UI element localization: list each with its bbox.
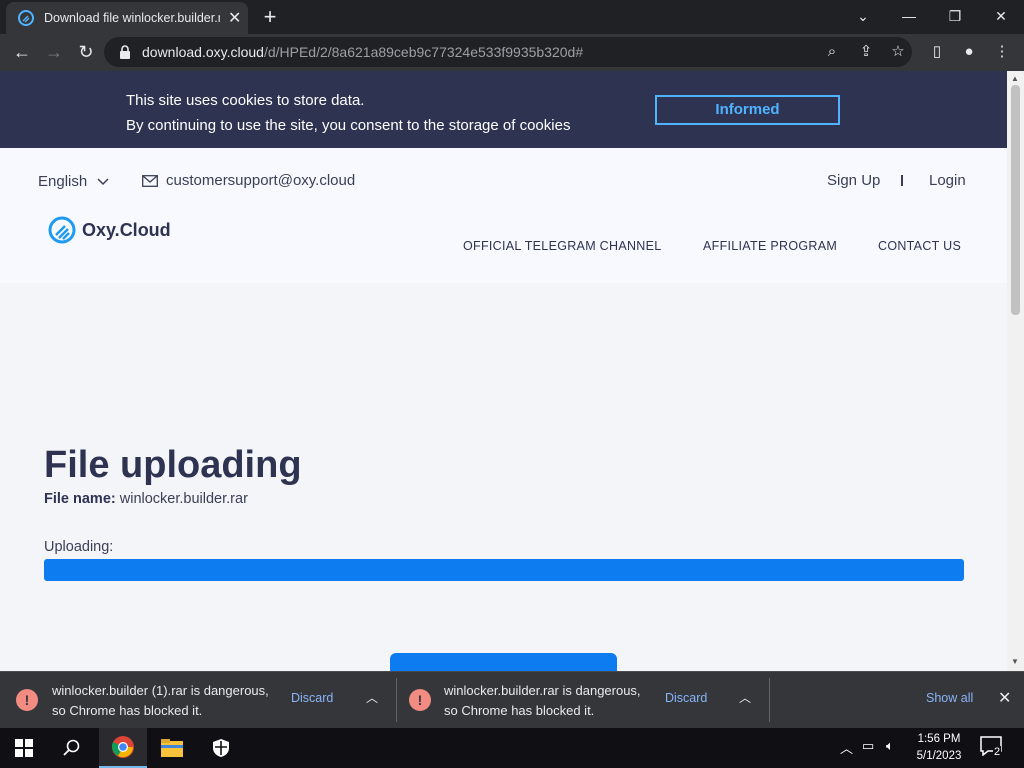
windows-start-icon[interactable] — [0, 728, 48, 768]
download-shelf: ! winlocker.builder (1).rar is dangerous… — [0, 671, 1024, 728]
chevron-up-icon[interactable]: ︿ — [366, 689, 378, 706]
page-title: File uploading — [44, 444, 302, 486]
nav-telegram-channel[interactable]: OFFICIAL TELEGRAM CHANNEL — [463, 239, 662, 253]
url-path: /d/HPEd/2/8a621a89ceb9c77324e533f9935b32… — [263, 44, 584, 60]
warning-icon: ! — [16, 689, 38, 711]
share-icon[interactable]: ⇪ — [854, 40, 878, 64]
page-viewport: This site uses cookies to store data. By… — [0, 71, 1024, 671]
network-icon[interactable]: ▭ — [862, 738, 874, 754]
clock-time: 1:56 PM — [917, 733, 961, 745]
file-name-label: File name: — [44, 491, 116, 507]
download-line-1: winlocker.builder (1).rar is dangerous, — [52, 683, 269, 698]
nav-contact-us[interactable]: CONTACT US — [878, 239, 961, 253]
browser-tab[interactable]: Download file winlocker.builder.r ✕ — [6, 2, 248, 34]
download-line-2: so Chrome has blocked it. — [52, 703, 203, 718]
forward-icon[interactable]: → — [42, 40, 66, 64]
oxycloud-favicon-icon — [18, 10, 34, 26]
download-message: winlocker.builder (1).rar is dangerous, … — [52, 681, 269, 721]
lock-icon[interactable] — [118, 44, 132, 60]
login-link[interactable]: Login — [929, 172, 966, 189]
mail-icon — [142, 174, 158, 187]
browser-titlebar: Download file winlocker.builder.r ✕ + ⌄ … — [0, 0, 1024, 34]
discard-button[interactable]: Discard — [665, 691, 707, 705]
logo-text: Oxy.Cloud — [82, 219, 171, 240]
download-line-1: winlocker.builder.rar is dangerous, — [444, 683, 641, 698]
cookie-message: This site uses cookies to store data. By… — [126, 88, 570, 138]
upload-progress-fill — [44, 559, 964, 581]
sidepanel-icon[interactable]: ▯ — [925, 40, 949, 64]
file-explorer-icon[interactable] — [148, 728, 196, 768]
chevron-up-icon[interactable]: ︿ — [739, 689, 751, 706]
support-email: customersupport@oxy.cloud — [166, 172, 356, 189]
scroll-up-arrow-icon[interactable]: ▲ — [1011, 74, 1019, 83]
url-text: download.oxy.cloud/d/HPEd/2/8a621a89ceb9… — [142, 44, 583, 60]
sign-up-link[interactable]: Sign Up — [827, 172, 880, 189]
show-all-button[interactable]: Show all — [926, 691, 973, 705]
taskbar-clock[interactable]: 1:56 PM 5/1/2023 — [904, 731, 974, 765]
tab-close-icon[interactable]: ✕ — [228, 8, 241, 28]
search-icon[interactable]: ⌕ — [820, 40, 844, 64]
site-logo[interactable]: Oxy.Cloud — [48, 216, 171, 244]
clock-date: 5/1/2023 — [916, 750, 962, 762]
page-scrollbar[interactable]: ▲ ▼ — [1007, 71, 1024, 671]
file-name-row: File name: winlocker.builder.rar — [44, 491, 248, 507]
back-icon[interactable]: ← — [10, 40, 34, 64]
download-line-2: so Chrome has blocked it. — [444, 703, 595, 718]
profile-icon[interactable]: ● — [957, 40, 981, 64]
notifications-icon[interactable]: 2 — [980, 736, 1004, 760]
star-icon[interactable]: ☆ — [886, 40, 910, 64]
chevron-down-icon — [97, 178, 109, 186]
cookie-line-1: This site uses cookies to store data. — [126, 92, 365, 109]
file-name-value: winlocker.builder.rar — [119, 491, 248, 507]
discard-button[interactable]: Discard — [291, 691, 333, 705]
download-item[interactable]: ! winlocker.builder (1).rar is dangerous… — [0, 672, 396, 728]
language-label: English — [38, 173, 88, 190]
close-window-button[interactable]: ✕ — [978, 3, 1024, 29]
uploading-label: Uploading: — [44, 539, 114, 555]
scroll-down-arrow-icon[interactable]: ▼ — [1011, 657, 1019, 666]
volume-icon[interactable]: 🔈︎ — [886, 738, 894, 754]
site-header: English customersupport@oxy.cloud Sign U… — [0, 148, 1007, 283]
chrome-icon[interactable] — [99, 728, 147, 768]
download-message: winlocker.builder.rar is dangerous, so C… — [444, 681, 641, 721]
minimize-button[interactable]: — — [886, 3, 932, 29]
new-tab-button[interactable]: + — [258, 4, 282, 30]
cookie-accept-button[interactable]: Informed — [655, 95, 840, 125]
restore-button[interactable]: ❐ — [932, 3, 978, 29]
reload-icon[interactable]: ↻ — [74, 40, 98, 64]
tab-title: Download file winlocker.builder.r — [44, 11, 220, 25]
address-bar[interactable]: download.oxy.cloud/d/HPEd/2/8a621a89ceb9… — [104, 37, 912, 67]
taskbar-search-icon[interactable] — [48, 728, 96, 768]
cookie-line-2: By continuing to use the site, you conse… — [126, 117, 571, 134]
url-host: download.oxy.cloud — [142, 44, 264, 60]
menu-icon[interactable]: ⋮ — [990, 40, 1014, 64]
upload-progress-bar — [44, 559, 964, 581]
download-button[interactable] — [390, 653, 617, 671]
close-shelf-icon[interactable]: ✕ — [998, 688, 1011, 708]
scroll-thumb[interactable] — [1011, 85, 1020, 315]
support-email-link[interactable]: customersupport@oxy.cloud — [142, 172, 355, 189]
download-item[interactable]: ! winlocker.builder.rar is dangerous, so… — [397, 672, 769, 728]
notification-count: 2 — [993, 746, 1002, 758]
tab-search-chevron-icon[interactable]: ⌄ — [840, 3, 886, 29]
cookie-banner: This site uses cookies to store data. By… — [0, 71, 1007, 148]
language-selector[interactable]: English — [38, 173, 109, 190]
show-hidden-icons-icon[interactable]: ︿ — [840, 738, 853, 757]
warning-icon: ! — [409, 689, 431, 711]
download-divider — [769, 678, 770, 722]
nav-affiliate-program[interactable]: AFFILIATE PROGRAM — [703, 239, 837, 253]
oxycloud-logo-icon — [48, 216, 76, 244]
windows-taskbar: ︿ ▭ 🔈︎ 1:56 PM 5/1/2023 2 — [0, 728, 1024, 768]
browser-toolbar: ← → ↻ download.oxy.cloud/d/HPEd/2/8a621a… — [0, 34, 1024, 71]
security-icon[interactable] — [197, 728, 245, 768]
header-divider — [901, 175, 903, 186]
